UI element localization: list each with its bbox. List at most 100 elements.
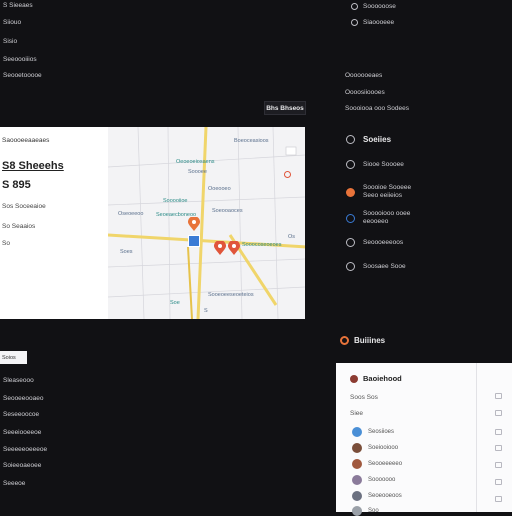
top-right-row[interactable]: Soooooose [351, 3, 396, 10]
map-label: Sooooiioe [163, 198, 188, 204]
card-icon[interactable] [495, 429, 502, 435]
option-label: Sooooiooo ooee eeooeeo [363, 210, 411, 225]
left-item[interactable]: Siiouo [3, 19, 21, 26]
option-item[interactable]: Sooooiooo ooee eeooeeo [346, 210, 437, 226]
map-roads [108, 127, 305, 319]
contact-name: Soeiooiooo [368, 445, 399, 451]
card-icon[interactable] [495, 393, 502, 399]
circle-icon [351, 19, 358, 26]
option-item[interactable]: Soooioe Sooeee Seeo eeiieios [346, 184, 423, 200]
option-label: Soosaee Sooe [363, 263, 406, 270]
card-icon[interactable] [495, 410, 502, 416]
listing-info: Saoooeeaaeaes S8 Sheeehs S 895 Sos Socee… [0, 127, 108, 319]
map-label: Ooeooeo [208, 186, 231, 192]
contact-item[interactable]: Seoeooeoos [352, 491, 402, 501]
info-icon [346, 135, 355, 144]
map-label: Soeooaoces [212, 208, 243, 214]
contact-name: Seoeooeoos [368, 493, 402, 499]
map-label: Os [288, 234, 296, 240]
listing-price: S 895 [2, 179, 31, 191]
globe-icon [346, 213, 355, 223]
map-poi-icon[interactable] [284, 171, 291, 178]
map-label: Oeoeoeiosaens [176, 159, 215, 165]
contact-name: Seooeeeeeo [368, 461, 403, 467]
avatar [352, 427, 362, 437]
panel-header: Baoiehood [350, 374, 402, 383]
option-label: Soooioe Sooeee Seeo eeiieios [363, 184, 412, 199]
contact-name: Sooooooo [368, 477, 396, 483]
listing-title: S8 Sheeehs [2, 160, 64, 172]
card-icon[interactable] [495, 445, 502, 451]
left-item[interactable]: Seooetooooe [3, 72, 42, 79]
card-icon[interactable] [495, 496, 502, 502]
top-right-label: Soooooose [363, 3, 396, 10]
contact-name: Soo [368, 508, 379, 514]
small-chip[interactable]: Soios [0, 351, 27, 364]
check-icon [346, 262, 355, 271]
divider [476, 363, 477, 512]
listing-card[interactable]: Saoooeeaaeaes S8 Sheeehs S 895 Sos Socee… [0, 127, 305, 319]
filter-button[interactable]: Bhs Bhseos [264, 101, 306, 115]
section-icon [340, 336, 349, 345]
option-label: Seoooeeeoos [363, 239, 404, 246]
map-pin-icon[interactable] [228, 241, 240, 255]
panel-title: Baoiehood [363, 374, 402, 383]
left-item[interactable]: Seooeeooaeo [3, 395, 44, 402]
left-item[interactable]: Seeoooiiios [3, 56, 37, 63]
contact-name: Seosiioes [368, 429, 395, 435]
map-view[interactable]: Boeoceasioos Oeoeoeiosaens Soooee Ooeooe… [108, 127, 305, 319]
left-item[interactable]: Seeeiooeeoe [3, 429, 41, 436]
map-label: Oseoeeoo [118, 211, 144, 217]
section-header: Buiiines [340, 336, 385, 345]
avatar [352, 506, 362, 516]
map-label: Sooocoseoeoes [242, 242, 282, 248]
contact-item[interactable]: Seooeeeeeo [352, 459, 402, 469]
option-item[interactable]: Soosaee Sooe [346, 262, 406, 271]
circle-icon [346, 160, 355, 169]
listing-line: Saoooeeaaeaes [2, 137, 50, 144]
right-link[interactable]: Ooooooeaes [345, 72, 382, 79]
circle-icon [351, 3, 358, 10]
card-icon[interactable] [495, 462, 502, 468]
contact-item[interactable]: Sooooooo [352, 475, 395, 485]
map-label: Soes [120, 249, 133, 255]
contact-item[interactable]: Soeiooiooo [352, 443, 398, 453]
panel-subtitle: Soos Sos [350, 394, 378, 401]
option-label: Siooe Soooee [363, 161, 404, 168]
map-label: Boeoceasioos [234, 138, 269, 144]
map-label: Soe [170, 300, 180, 306]
panel-subtitle: Siee [350, 410, 364, 417]
map-pin-icon[interactable] [214, 241, 226, 255]
avatar [352, 459, 362, 469]
right-link[interactable]: Soooiooa ooo Sodees [345, 105, 409, 112]
avatar [350, 374, 358, 383]
left-item[interactable]: S Sieeaes [3, 2, 33, 9]
options-header: Soeiies [346, 135, 391, 144]
left-item[interactable]: Seseeoocoe [3, 411, 39, 418]
listing-detail: Sos Soceeaioe [2, 203, 46, 210]
map-label: Soooee [188, 169, 207, 175]
left-item[interactable]: Sisio [3, 38, 17, 45]
location-marker-icon[interactable] [188, 235, 200, 247]
left-item[interactable]: Seeeoe [3, 480, 25, 487]
contact-item[interactable]: Seosiioes [352, 427, 394, 437]
top-right-row[interactable]: Siaoooeee [351, 19, 394, 26]
listing-detail: So [2, 240, 10, 247]
listing-detail: So Seaaios [2, 223, 36, 230]
contact-item[interactable]: Soo [352, 506, 379, 516]
card-icon[interactable] [495, 479, 502, 485]
option-item[interactable]: Siooe Soooee [346, 160, 404, 169]
map-label: S [204, 308, 208, 314]
contacts-panel: Baoiehood Soos Sos Siee Seosiioes Soeioo… [336, 363, 512, 516]
options-title: Soeiies [363, 135, 392, 144]
avatar [352, 475, 362, 485]
left-item[interactable]: Sleaseooo [3, 377, 34, 384]
right-link[interactable]: Oooosiioooes [345, 89, 385, 96]
map-pin-icon[interactable] [188, 217, 200, 231]
top-right-label: Siaoooeee [363, 19, 395, 26]
left-item[interactable]: Seeeeeoeeeoe [3, 446, 47, 453]
option-item[interactable]: Seoooeeeoos [346, 238, 403, 247]
left-item[interactable]: Soieeoaeoee [3, 462, 41, 469]
selected-option-icon [346, 187, 355, 197]
avatar [352, 443, 362, 453]
